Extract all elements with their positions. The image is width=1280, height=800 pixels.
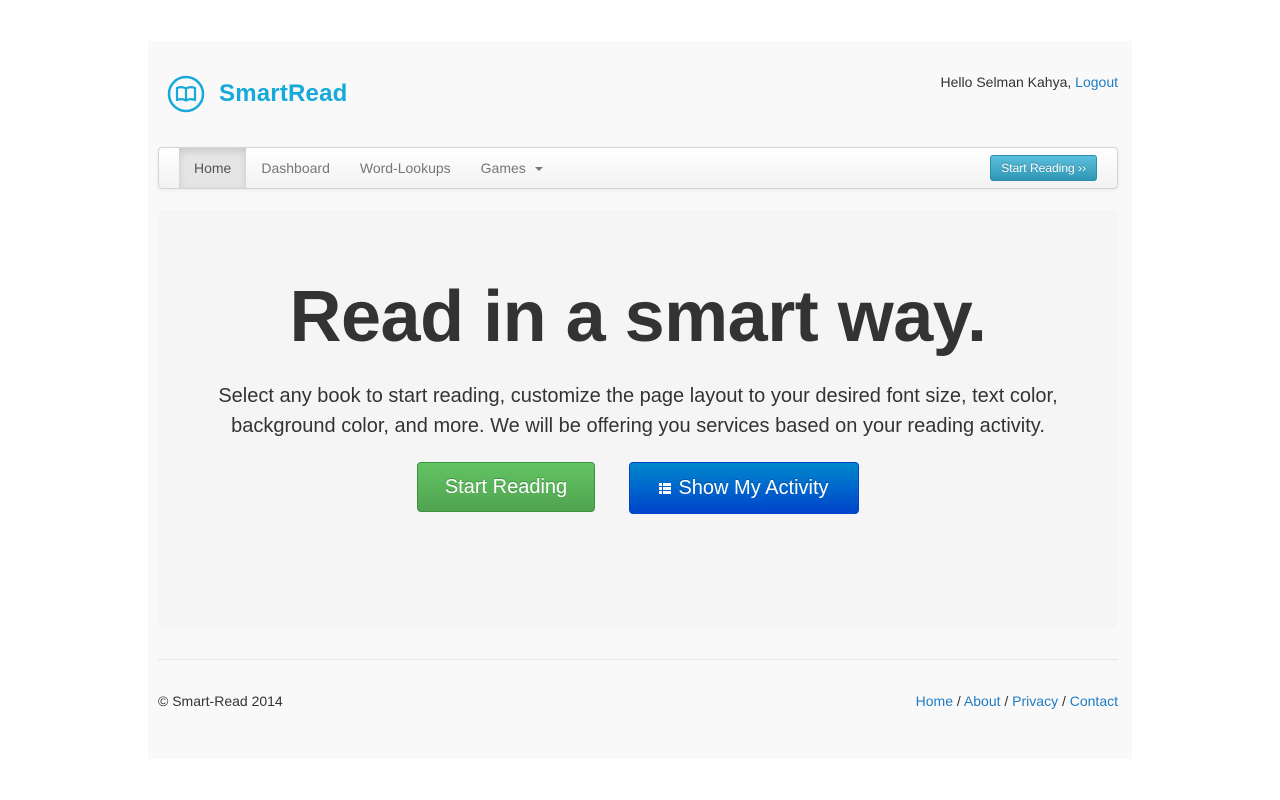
nav-item-dashboard[interactable]: Dashboard bbox=[246, 148, 345, 188]
footer-link-privacy[interactable]: Privacy bbox=[1012, 693, 1058, 709]
footer-link-about[interactable]: About bbox=[964, 693, 1001, 709]
nav-item-games-dropdown[interactable]: Games bbox=[466, 148, 558, 188]
brand-name: SmartRead bbox=[219, 80, 348, 107]
footer-link-home[interactable]: Home bbox=[916, 693, 953, 709]
footer-links: Home / About / Privacy / Contact bbox=[916, 693, 1118, 709]
user-greeting: Hello Selman Kahya, bbox=[940, 74, 1072, 90]
footer-separator: / bbox=[1061, 693, 1070, 709]
hero-title: Read in a smart way. bbox=[289, 277, 987, 357]
navbar-start-reading-button[interactable]: Start Reading ›› bbox=[990, 155, 1097, 181]
logout-link[interactable]: Logout bbox=[1075, 74, 1118, 90]
hero-unit: Read in a smart way. Select any book to … bbox=[158, 210, 1118, 629]
show-my-activity-label: Show My Activity bbox=[678, 477, 829, 499]
footer-separator: / bbox=[956, 693, 964, 709]
brand-logo-link[interactable]: SmartRead bbox=[167, 75, 348, 113]
nav-item-word-lookups[interactable]: Word-Lookups bbox=[345, 148, 466, 188]
start-reading-button[interactable]: Start Reading bbox=[417, 462, 595, 512]
list-icon bbox=[659, 482, 672, 494]
caret-down-icon bbox=[534, 167, 543, 172]
nav-item-label: Home bbox=[194, 160, 232, 176]
nav-list: Home Dashboard Word-Lookups Games bbox=[179, 148, 558, 188]
footer-divider bbox=[158, 659, 1118, 660]
nav-item-label: Dashboard bbox=[261, 160, 330, 176]
nav-item-label: Word-Lookups bbox=[359, 160, 451, 176]
footer-link-contact[interactable]: Contact bbox=[1070, 693, 1118, 709]
show-my-activity-button[interactable]: Show My Activity bbox=[629, 462, 859, 514]
user-greeting-area: Hello Selman Kahya, Logout bbox=[941, 74, 1118, 90]
open-book-icon bbox=[167, 75, 205, 113]
footer-separator: / bbox=[1004, 693, 1013, 709]
page-container: SmartRead Hello Selman Kahya, Logout Hom… bbox=[148, 41, 1132, 759]
nav-item-label: Games bbox=[480, 160, 526, 176]
main-navbar: Home Dashboard Word-Lookups Games Start … bbox=[158, 147, 1118, 189]
copyright-text: © Smart-Read 2014 bbox=[158, 693, 283, 709]
nav-item-home[interactable]: Home bbox=[179, 148, 247, 188]
hero-description: Select any book to start reading, custom… bbox=[218, 385, 1058, 437]
